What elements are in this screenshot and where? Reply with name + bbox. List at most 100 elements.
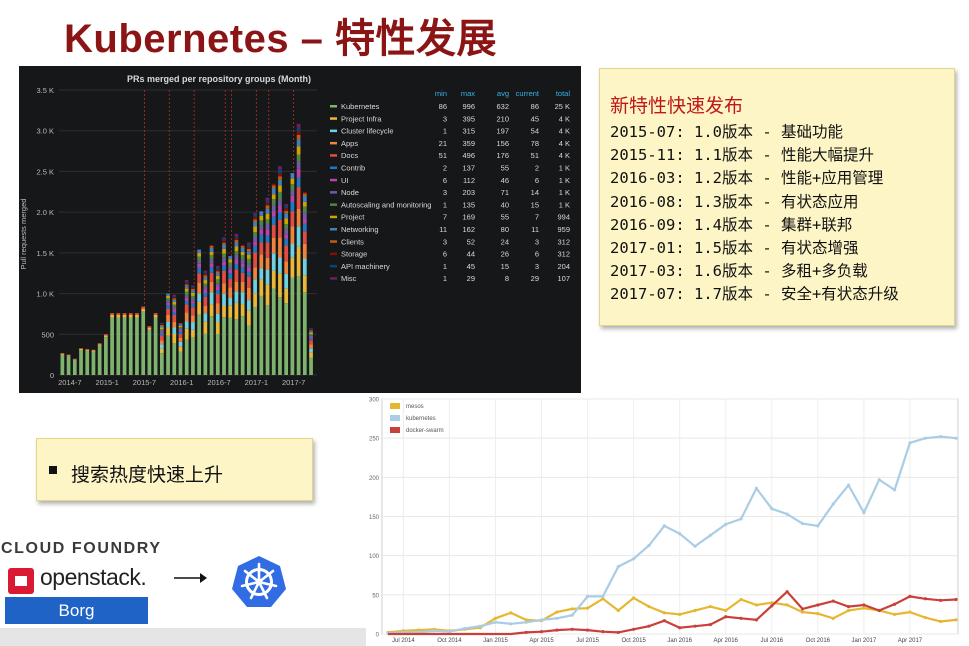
bar-segment [234, 246, 239, 252]
bar-segment [290, 195, 295, 202]
bar-segment [91, 350, 96, 352]
data-point [846, 608, 851, 613]
bar-segment [253, 226, 257, 232]
bar-segment [209, 272, 214, 282]
legend-value: 3 [535, 237, 539, 246]
bar-segment [147, 329, 152, 375]
release-item: 2017-03: 1.6版本 - 多租+多负载 [610, 262, 868, 281]
bar-segment [271, 199, 276, 205]
bar-segment [278, 273, 282, 298]
bar-segment [259, 242, 264, 255]
bar-segment [296, 139, 301, 147]
bar-segment [290, 178, 295, 185]
bar-segment [290, 184, 295, 191]
legend-value: 26 [501, 250, 509, 259]
legend-value: 14 [531, 188, 539, 197]
bar-segment [104, 335, 108, 338]
legend-header: min [435, 89, 447, 98]
bar-segment [116, 313, 121, 315]
bar-segment [265, 219, 270, 225]
bar-segment [278, 166, 282, 170]
x-tick-label: 2014-7 [58, 378, 81, 387]
bar-segment [247, 251, 251, 255]
bar-segment [271, 188, 276, 195]
bar-segment [166, 314, 170, 322]
bar-segment [197, 314, 202, 375]
data-point [570, 613, 574, 617]
data-point [616, 565, 620, 569]
x-tick-label: Apr 2017 [898, 638, 923, 644]
bar-segment [309, 335, 313, 338]
legend-swatch [330, 203, 337, 206]
data-point [831, 599, 835, 603]
legend-value: 71 [501, 188, 509, 197]
legend-value: 312 [557, 250, 570, 259]
bar-segment [184, 328, 189, 340]
bar-segment [240, 263, 245, 268]
x-tick-label: Jul 2014 [392, 638, 415, 644]
y-tick-label: 3.0 K [36, 127, 54, 136]
bar-segment [184, 284, 189, 287]
legend-series-name: Project [341, 213, 365, 222]
bar-segment [110, 317, 114, 375]
data-point [877, 478, 881, 482]
bar-segment [296, 226, 301, 247]
bar-segment [271, 194, 276, 200]
bar-segment [296, 208, 301, 227]
data-point [923, 436, 927, 440]
bar-segment [284, 228, 289, 235]
bar-segment [215, 290, 220, 295]
bar-segment [166, 321, 170, 328]
bar-segment [278, 169, 282, 174]
bar-segment [184, 281, 189, 284]
bar-segment [66, 355, 71, 357]
bar-segment [222, 244, 226, 249]
legend-value: 395 [462, 114, 475, 123]
legend-swatch [390, 415, 400, 421]
legend-value: 54 [531, 127, 539, 136]
bar-segment [284, 218, 289, 225]
bar-segment [309, 328, 313, 329]
data-point [616, 608, 620, 613]
legend-value: 315 [462, 127, 475, 136]
bar-segment [141, 308, 146, 312]
bar-segment [265, 208, 270, 214]
bar-segment [209, 304, 214, 317]
bar-segment [159, 330, 164, 333]
x-tick-label: 2016-1 [170, 378, 193, 387]
bar-segment [302, 212, 307, 219]
chart-title: PRs merged per repository groups (Month) [127, 74, 311, 84]
data-point [954, 436, 958, 440]
legend-value: 994 [557, 213, 570, 222]
bar-segment [215, 294, 220, 304]
legend-value: 29 [531, 274, 539, 283]
bar-segment [271, 253, 276, 271]
bar-segment [271, 224, 276, 238]
bar-segment [247, 276, 251, 288]
x-tick-label: 2017-1 [245, 378, 268, 387]
bar-segment [284, 208, 289, 211]
bar-segment [259, 268, 264, 280]
bar-segment [302, 292, 307, 375]
bar-segment [240, 272, 245, 282]
legend-series-name: Autoscaling and monitoring [341, 200, 431, 209]
bar-segment [253, 231, 257, 237]
bar-segment [296, 131, 301, 135]
bar-segment [116, 317, 121, 375]
bar-segment [116, 314, 121, 318]
bar-segment [166, 335, 170, 375]
bar-segment [253, 241, 257, 246]
data-point [463, 626, 467, 631]
bar-segment [253, 245, 257, 253]
bar-segment [228, 287, 233, 298]
bar-segment [247, 248, 251, 252]
legend-series-name: Node [341, 188, 359, 197]
legend-series-name: UI [341, 176, 349, 185]
bar-segment [278, 219, 282, 238]
data-point [632, 596, 636, 600]
legend-series-name: Apps [341, 139, 358, 148]
bar-segment [290, 226, 295, 244]
legend-value: 1 [443, 274, 447, 283]
bar-segment [234, 281, 239, 292]
data-point [846, 604, 851, 609]
